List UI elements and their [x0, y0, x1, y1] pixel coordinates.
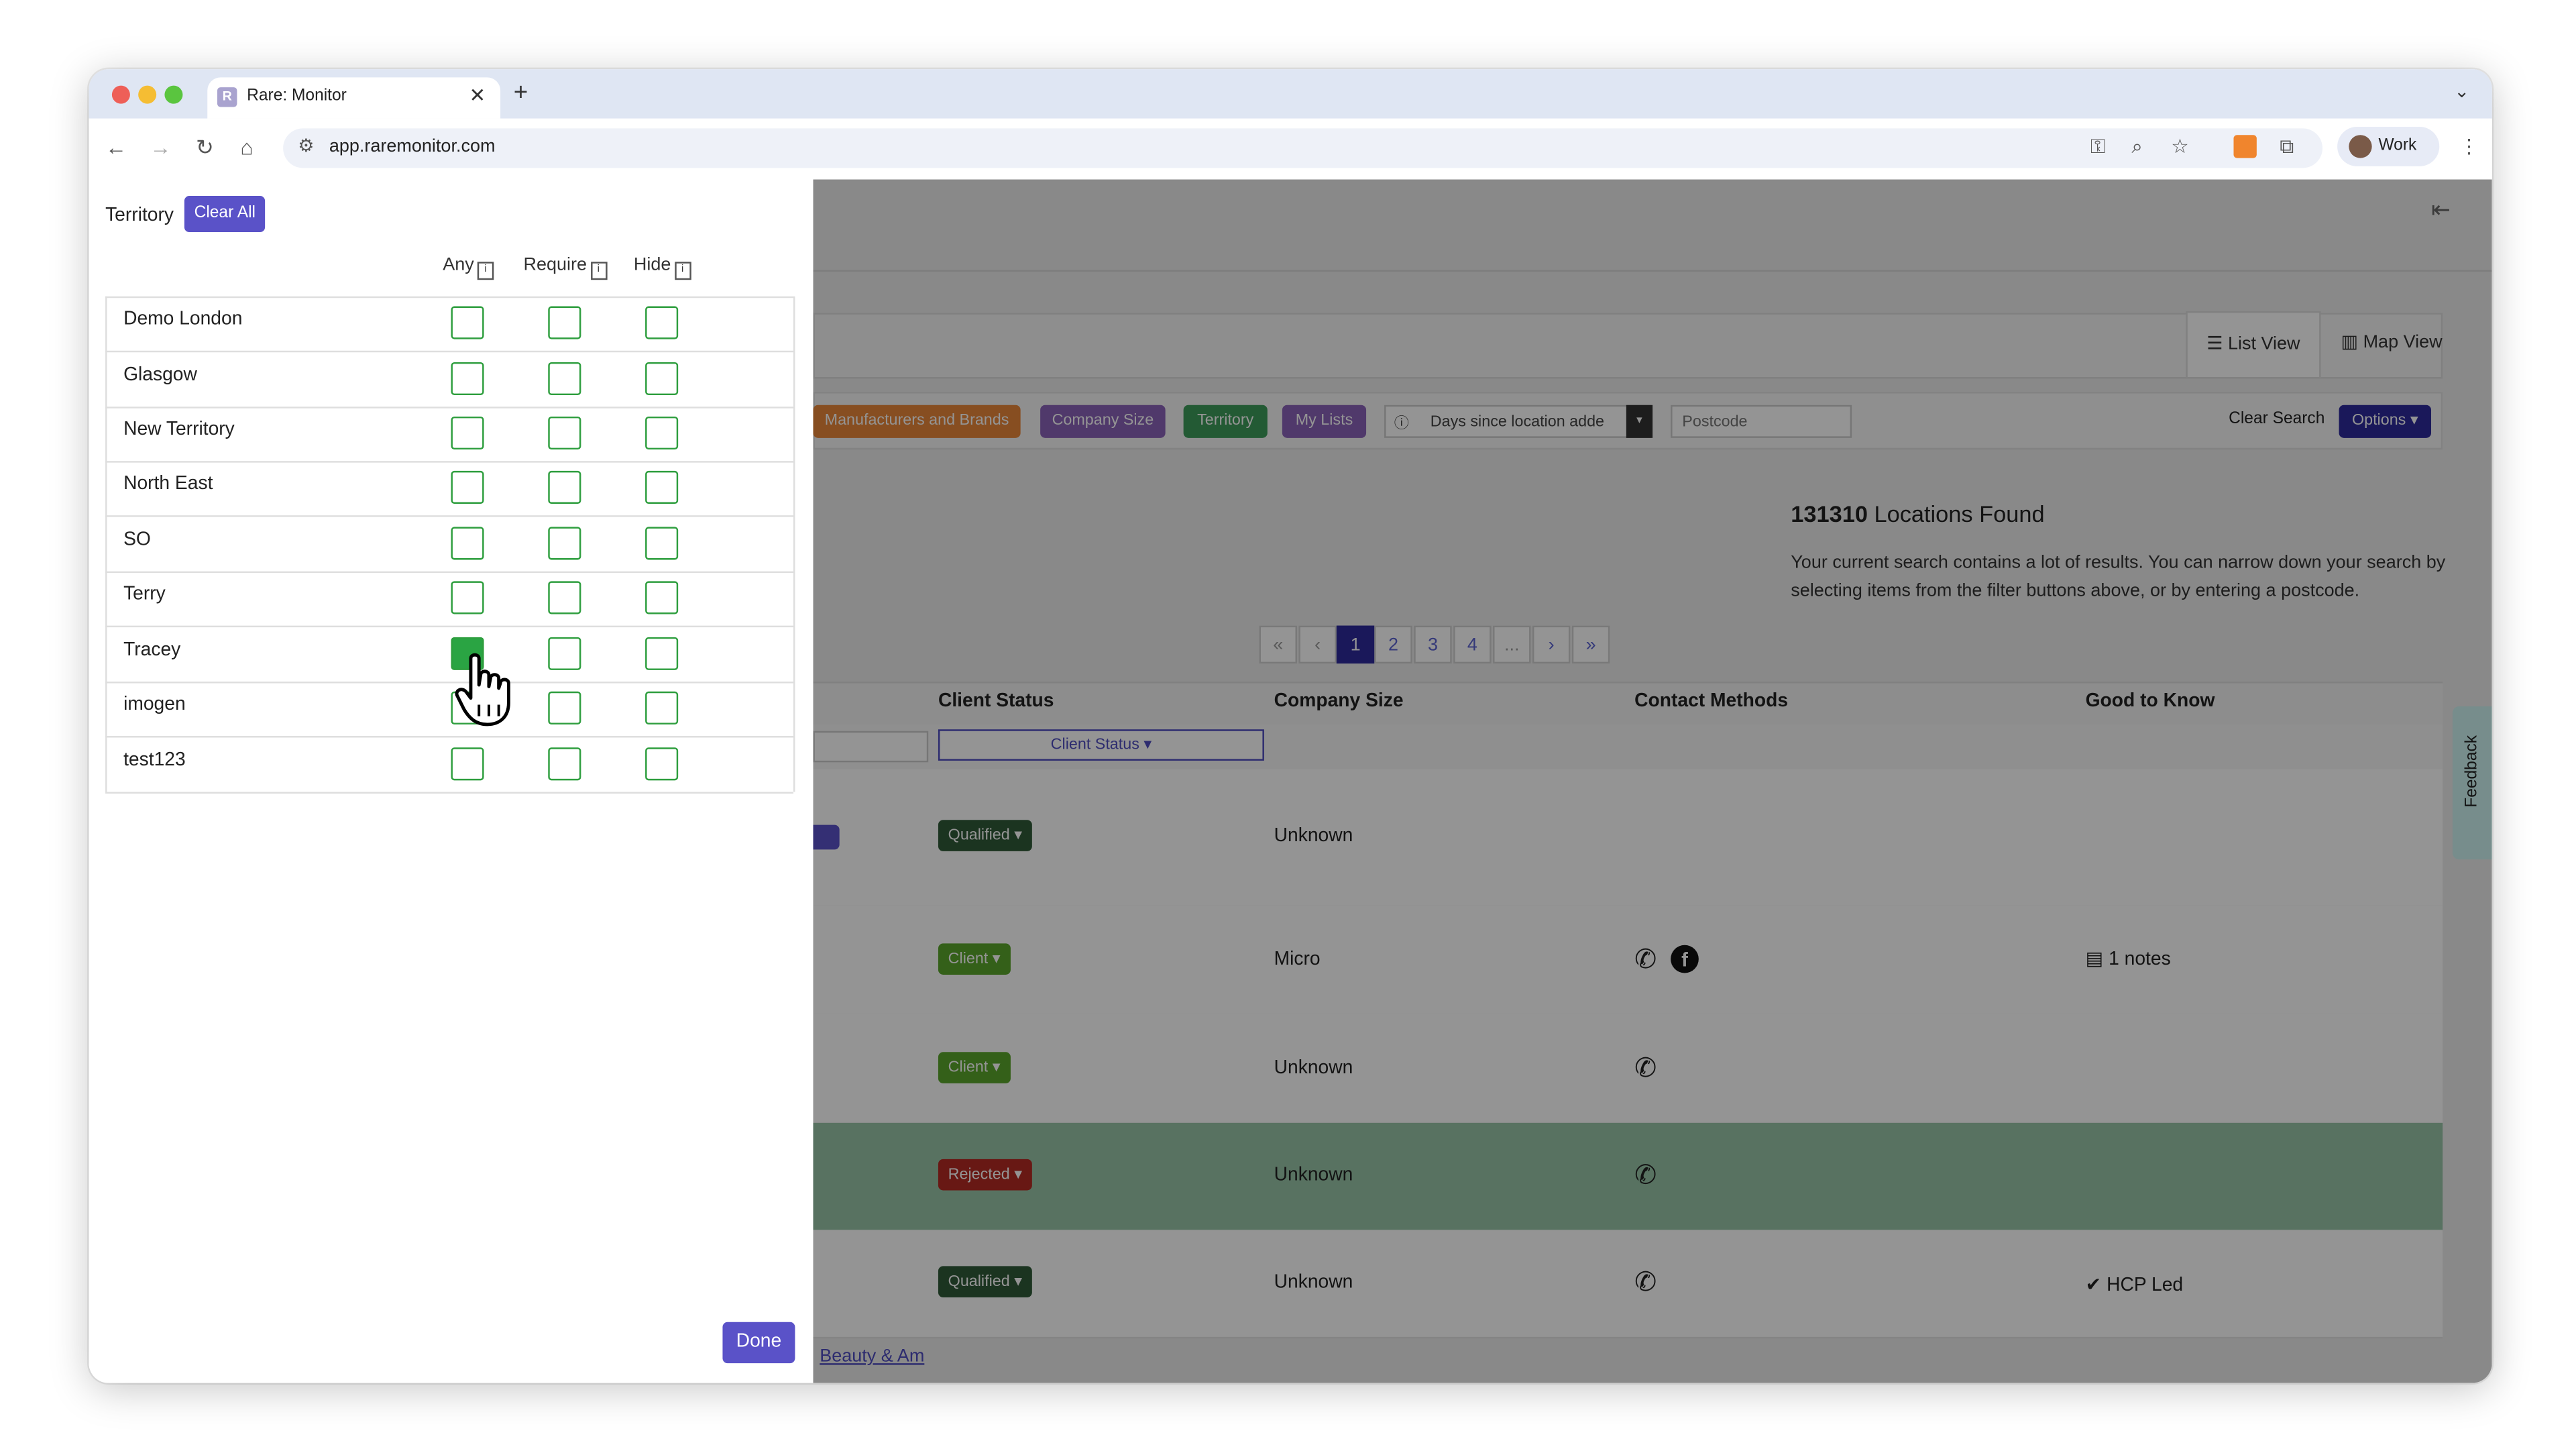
- hide-checkbox[interactable]: [645, 527, 679, 560]
- territory-row: imogen: [105, 682, 793, 738]
- territory-row: New Territory: [105, 407, 793, 463]
- profile-button[interactable]: Work: [2337, 126, 2440, 166]
- territory-label: Terry: [123, 584, 166, 604]
- territory-row: test123: [105, 738, 793, 794]
- forward-arrow-icon[interactable]: →: [150, 135, 171, 160]
- browser-tab[interactable]: R Rare: Monitor ✕: [207, 77, 501, 119]
- extension-icon[interactable]: [2233, 135, 2257, 158]
- url-text: app.raremonitor.com: [329, 136, 496, 157]
- hand-cursor-icon: [455, 653, 510, 727]
- territory-row: Glasgow: [105, 352, 793, 409]
- require-checkbox[interactable]: [548, 416, 581, 450]
- hide-checkbox[interactable]: [645, 637, 679, 670]
- hide-checkbox[interactable]: [645, 416, 679, 450]
- require-checkbox[interactable]: [548, 527, 581, 560]
- territory-row: Demo London: [105, 297, 793, 353]
- any-checkbox[interactable]: [451, 527, 484, 560]
- territory-label: Demo London: [123, 309, 243, 329]
- hide-checkbox[interactable]: [645, 691, 679, 724]
- require-checkbox[interactable]: [548, 691, 581, 724]
- territory-filter-panel: Territory Clear All Any i Require i Hide i …: [89, 179, 814, 1383]
- minimize-window-button[interactable]: [138, 85, 157, 104]
- hide-column-header: Hide i: [634, 255, 691, 280]
- territory-label: SO: [123, 530, 151, 550]
- hide-checkbox[interactable]: [645, 306, 679, 339]
- territory-row: Tracey: [105, 627, 793, 684]
- profile-label: Work: [2378, 136, 2417, 155]
- done-button[interactable]: Done: [722, 1322, 795, 1364]
- any-checkbox[interactable]: [451, 470, 484, 504]
- browser-window: R Rare: Monitor ✕ + ⌄ ← → ↻ ⌂ ⚙ app.rare…: [89, 69, 2492, 1383]
- require-checkbox[interactable]: [548, 581, 581, 614]
- require-checkbox[interactable]: [548, 637, 581, 670]
- any-checkbox[interactable]: [451, 416, 484, 450]
- territory-row: North East: [105, 461, 793, 517]
- browser-menu-icon[interactable]: ⋮: [2459, 135, 2479, 158]
- reload-icon[interactable]: ↻: [196, 135, 214, 161]
- territory-label: test123: [123, 751, 186, 771]
- territory-label: Glasgow: [123, 365, 197, 386]
- require-checkbox[interactable]: [548, 470, 581, 504]
- any-checkbox[interactable]: [451, 306, 484, 339]
- require-checkbox[interactable]: [548, 747, 581, 781]
- maximize-window-button[interactable]: [164, 85, 183, 104]
- require-checkbox[interactable]: [548, 306, 581, 339]
- extensions-puzzle-icon[interactable]: ⧉: [2280, 135, 2294, 160]
- info-icon[interactable]: i: [674, 262, 691, 280]
- back-arrow-icon[interactable]: ←: [105, 135, 127, 160]
- modal-overlay[interactable]: [813, 179, 2492, 1383]
- territory-label: Tracey: [123, 640, 181, 661]
- hide-checkbox[interactable]: [645, 581, 679, 614]
- close-tab-icon[interactable]: ✕: [469, 84, 486, 107]
- tab-bar: R Rare: Monitor ✕ + ⌄: [89, 69, 2492, 119]
- info-icon[interactable]: i: [590, 262, 607, 280]
- hide-checkbox[interactable]: [645, 747, 679, 781]
- zoom-icon[interactable]: ⌕: [2131, 135, 2143, 160]
- hide-checkbox[interactable]: [645, 470, 679, 504]
- any-column-header: Any i: [443, 255, 494, 280]
- panel-title: Territory: [105, 205, 174, 226]
- territory-row: SO: [105, 517, 793, 574]
- close-window-button[interactable]: [111, 85, 130, 104]
- info-icon[interactable]: i: [477, 262, 494, 280]
- territory-label: New Territory: [123, 419, 235, 440]
- avatar: [2349, 135, 2372, 158]
- site-settings-icon[interactable]: ⚙: [298, 135, 314, 156]
- page-content: ⇤ ☰ List View ▥ Map View Manufacturers a…: [89, 179, 2492, 1383]
- territory-row: Terry: [105, 572, 793, 628]
- any-checkbox[interactable]: [451, 362, 484, 396]
- home-icon[interactable]: ⌂: [240, 135, 253, 160]
- bookmark-star-icon[interactable]: ☆: [2171, 135, 2188, 158]
- address-bar: ← → ↻ ⌂ ⚙ app.raremonitor.com ⚿ ⌕ ☆ ⧉ Wo…: [89, 118, 2492, 181]
- tab-search-chevron-icon[interactable]: ⌄: [2454, 80, 2469, 102]
- territory-label: North East: [123, 474, 213, 494]
- territory-label: imogen: [123, 694, 186, 715]
- password-key-icon[interactable]: ⚿: [2090, 135, 2105, 160]
- hide-checkbox[interactable]: [645, 362, 679, 396]
- any-checkbox[interactable]: [451, 581, 484, 614]
- tab-title: Rare: Monitor: [247, 87, 347, 106]
- tab-favicon-icon: R: [217, 87, 237, 107]
- new-tab-icon[interactable]: +: [514, 79, 528, 107]
- any-checkbox[interactable]: [451, 747, 484, 781]
- require-checkbox[interactable]: [548, 362, 581, 396]
- url-field[interactable]: ⚙ app.raremonitor.com: [283, 128, 2323, 168]
- clear-all-button[interactable]: Clear All: [184, 196, 266, 233]
- require-column-header: Require i: [523, 255, 607, 280]
